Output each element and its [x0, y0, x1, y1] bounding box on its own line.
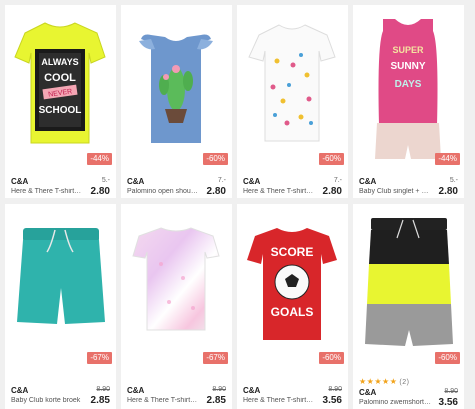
product-name[interactable]: Palomino zwemshort zwart — [359, 399, 431, 406]
discount-badge: -67% — [87, 352, 112, 364]
product-image[interactable] — [121, 5, 232, 165]
original-price: 8.90 — [328, 386, 342, 393]
product-card[interactable]: SUPER SUNNY DAYS -44% C&A Baby Club sing… — [353, 5, 464, 198]
original-price: 7.- — [333, 177, 342, 184]
discount-badge: -60% — [203, 153, 228, 165]
graphic-text: ALWAYS — [41, 57, 78, 67]
product-image[interactable]: SUPER SUNNY DAYS — [353, 5, 464, 165]
product-brand: C&A — [127, 177, 145, 186]
sale-price: 2.80 — [322, 186, 342, 197]
product-name[interactable]: Here & There T-shirt met tekstopdruk — [11, 188, 83, 195]
product-card[interactable]: -67% C&A Baby Club korte broek 8.90 2.85 — [5, 204, 116, 409]
rating-stars: ★★★★★ (2) — [359, 377, 409, 386]
graphic-text: DAYS — [395, 79, 422, 90]
sale-price: 2.80 — [438, 186, 458, 197]
product-image[interactable] — [353, 204, 464, 364]
product-image[interactable] — [237, 5, 348, 165]
graphic-text: SUPER — [392, 45, 424, 55]
product-card[interactable]: SCORE GOALS -60% C&A Here & There T-shir… — [237, 204, 348, 409]
discount-badge: -67% — [203, 352, 228, 364]
original-price: 5.- — [449, 177, 458, 184]
product-image[interactable] — [121, 204, 232, 364]
discount-badge: -60% — [435, 352, 460, 364]
rating-count: (2) — [399, 379, 410, 386]
product-name[interactable]: Here & There T-shirt met pailletten — [127, 397, 199, 404]
product-card[interactable]: -60% C&A Here & There T-shirt met all-ov… — [237, 5, 348, 198]
discount-badge: -60% — [319, 153, 344, 165]
product-card[interactable]: -67% C&A Here & There T-shirt met paille… — [121, 204, 232, 409]
product-card[interactable]: -60% C&A Palomino open shoulder T-shirt … — [121, 5, 232, 198]
product-name[interactable]: Here & There T-shirt met print — [243, 397, 315, 404]
original-price: 7.- — [217, 177, 226, 184]
product-brand: C&A — [243, 386, 261, 395]
graphic-text: GOALS — [271, 305, 314, 319]
product-card[interactable]: -60% ★★★★★(2) C&A Palomino zwemshort zwa… — [353, 204, 464, 409]
graphic-text: SCORE — [271, 245, 314, 259]
product-name[interactable]: Baby Club korte broek — [11, 397, 83, 404]
sale-price: 3.56 — [322, 395, 342, 406]
graphic-text: COOL — [44, 72, 76, 84]
discount-badge: -44% — [435, 153, 460, 165]
sale-price: 2.85 — [90, 395, 110, 406]
product-brand: C&A — [359, 388, 377, 397]
original-price: 8.90 — [444, 388, 458, 395]
product-name[interactable]: Baby Club singlet + short — [359, 188, 431, 195]
product-card[interactable]: ALWAYS COOL NEVER SCHOOL -44% C&A Here &… — [5, 5, 116, 198]
discount-badge: -60% — [319, 352, 344, 364]
original-price: 8.90 — [96, 386, 110, 393]
sale-price: 2.85 — [206, 395, 226, 406]
graphic-text: SUNNY — [390, 61, 425, 72]
sale-price: 2.80 — [206, 186, 226, 197]
product-name[interactable]: Palomino open shoulder T-shirt — [127, 188, 199, 195]
product-image[interactable]: SCORE GOALS — [237, 204, 348, 364]
product-brand: C&A — [243, 177, 261, 186]
original-price: 5.- — [101, 177, 110, 184]
product-name[interactable]: Here & There T-shirt met all-over print — [243, 188, 315, 195]
original-price: 8.90 — [212, 386, 226, 393]
product-brand: C&A — [11, 177, 29, 186]
sale-price: 3.56 — [438, 397, 458, 408]
product-grid: ALWAYS COOL NEVER SCHOOL -44% C&A Here &… — [0, 0, 475, 409]
graphic-text: SCHOOL — [39, 105, 82, 116]
star-icons: ★★★★★ — [359, 377, 398, 386]
product-brand: C&A — [11, 386, 29, 395]
sale-price: 2.80 — [90, 186, 110, 197]
product-image[interactable]: ALWAYS COOL NEVER SCHOOL — [5, 5, 116, 165]
product-brand: C&A — [359, 177, 377, 186]
product-image[interactable] — [5, 204, 116, 364]
discount-badge: -44% — [87, 153, 112, 165]
product-brand: C&A — [127, 386, 145, 395]
